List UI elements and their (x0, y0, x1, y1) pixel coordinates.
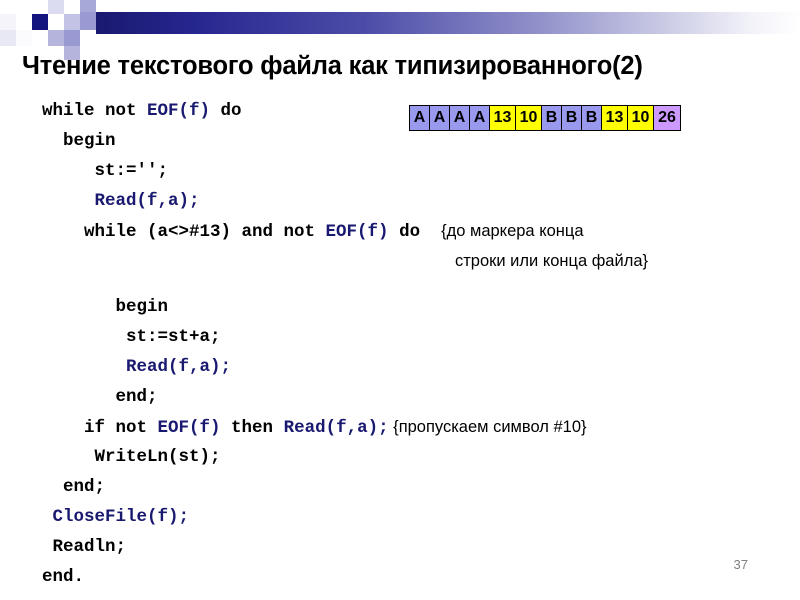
accent-square (48, 0, 64, 14)
code-comment: {до маркера конца (441, 222, 584, 240)
code-keyword: then (220, 418, 284, 438)
code-line: Readln; (42, 537, 127, 557)
code-line: end. (42, 567, 85, 587)
header-gradient-bar (96, 12, 800, 34)
code-line: while (a<>#13) and not EOF(f) do {до мар… (0, 216, 800, 246)
accent-square (48, 14, 64, 30)
code-line: WriteLn(st); (42, 447, 221, 467)
accent-square (0, 30, 16, 46)
code-line: begin (42, 297, 169, 317)
accent-square (80, 0, 96, 12)
code-line: end; (42, 387, 158, 407)
code-line: Read(f,a); (42, 191, 200, 211)
accent-square (80, 30, 96, 46)
accent-square (96, 0, 112, 12)
accent-square (48, 30, 64, 46)
accent-square (16, 30, 32, 46)
accent-square (80, 12, 96, 30)
code-keyword: while not (42, 101, 148, 121)
code-line: st:=st+a; (42, 327, 221, 347)
code-line: begin (42, 131, 116, 151)
code-line: while not EOF(f) do (0, 96, 800, 126)
code-line: CloseFile(f); (42, 507, 190, 527)
accent-square (0, 14, 16, 30)
pascal-code-listing: while not EOF(f) do begin st:=''; Read(f… (0, 96, 800, 592)
code-line: end; (42, 477, 106, 497)
code-line: Read(f,a); (42, 357, 232, 377)
code-keyword: while (a<>#13) and not (42, 222, 326, 242)
code-function: Read(f,a); (283, 418, 389, 438)
code-line: if not EOF(f) then Read(f,a); {пропускае… (0, 412, 800, 442)
code-function: EOF(f) (147, 101, 211, 121)
accent-square (64, 0, 80, 14)
accent-square-dark (32, 14, 48, 30)
code-function: EOF(f) (157, 418, 221, 438)
code-keyword: do (388, 222, 442, 242)
accent-square (16, 0, 32, 14)
code-comment: строки или конца файла} (455, 252, 649, 270)
header-decoration (0, 0, 800, 60)
code-line: строки или конца файла} (0, 246, 800, 276)
code-keyword: do (210, 101, 242, 121)
accent-square (96, 34, 112, 46)
code-comment: {пропускаем символ #10} (388, 418, 587, 436)
accent-square (64, 14, 80, 30)
code-function: EOF(f) (325, 222, 389, 242)
code-keyword: if not (42, 418, 158, 438)
page-number: 37 (733, 557, 748, 572)
code-line: st:=''; (42, 161, 169, 181)
accent-square (32, 0, 48, 14)
accent-square (64, 30, 80, 46)
accent-square (32, 30, 48, 46)
page-title: Чтение текстового файла как типизированн… (22, 52, 643, 80)
